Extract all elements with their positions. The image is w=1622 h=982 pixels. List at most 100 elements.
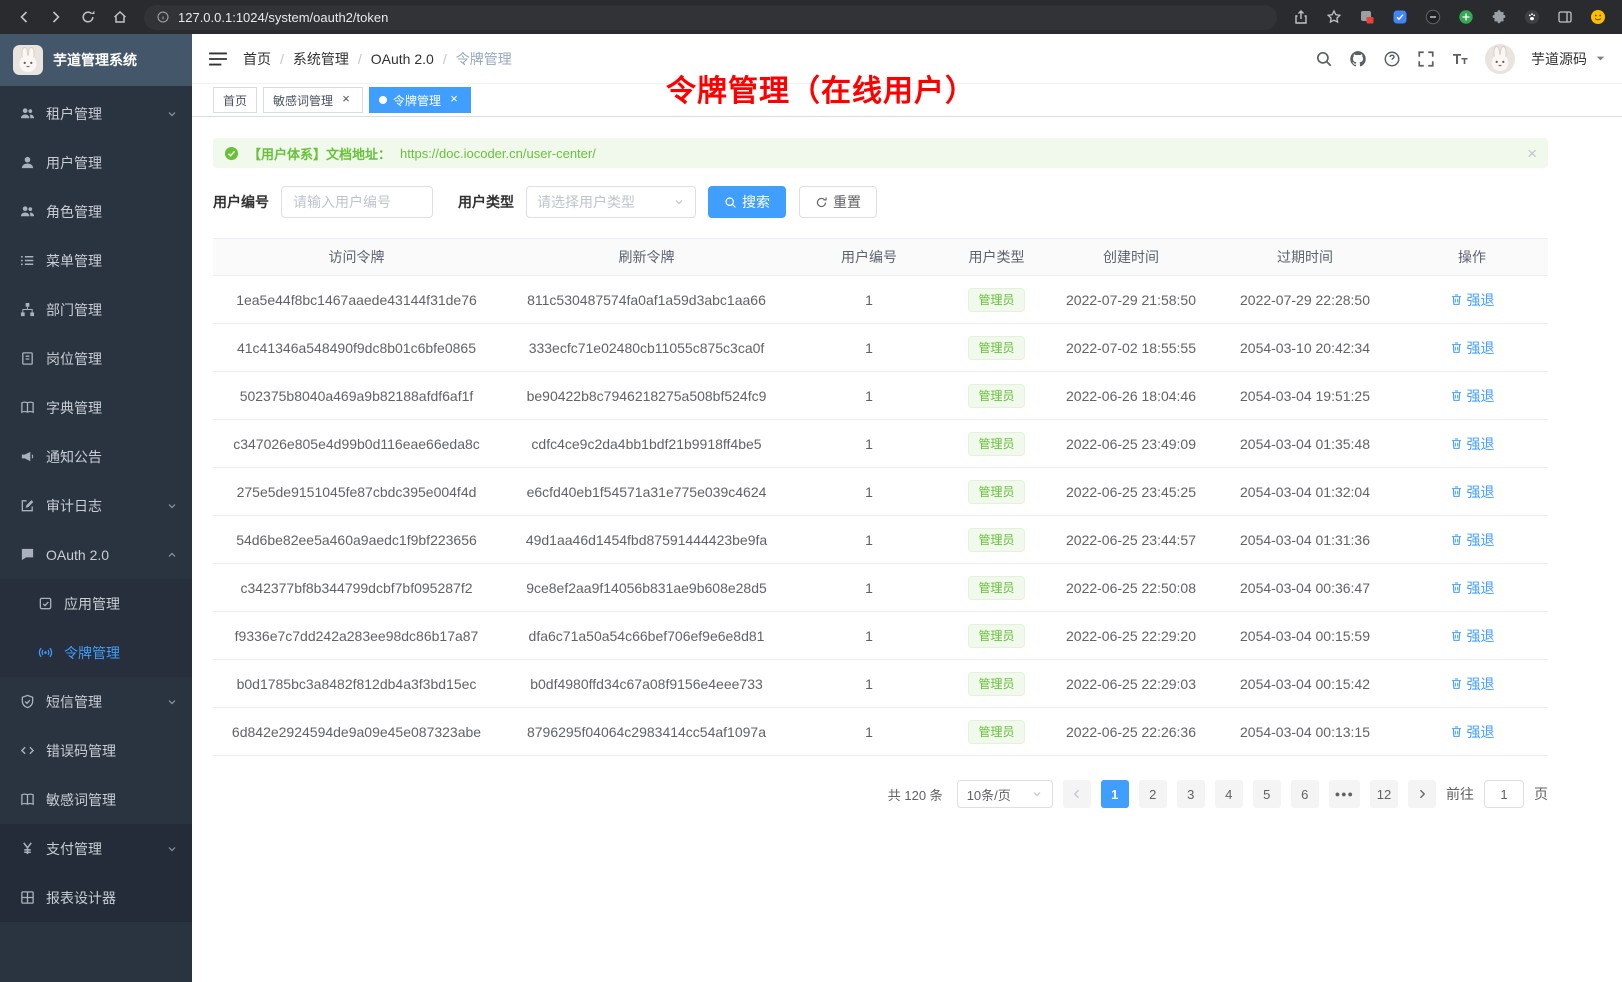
sidebar-item-dict[interactable]: 字典管理 — [0, 383, 192, 432]
refresh-token-cell: dfa6c71a50a54c66bef706ef9e6e8d81 — [500, 612, 793, 660]
caret-down-icon[interactable] — [1595, 53, 1606, 64]
user-type-badge: 管理员 — [968, 528, 1024, 552]
search-icon[interactable] — [1315, 50, 1333, 68]
fullscreen-icon[interactable] — [1417, 50, 1435, 68]
user-type-select[interactable]: 请选择用户类型 — [526, 186, 696, 218]
navbar-right: 芋道源码 — [1315, 44, 1606, 74]
tab-sensitive-word[interactable]: 敏感词管理× — [263, 87, 363, 113]
sidebar-item-oauth2-token[interactable]: 令牌管理 — [0, 628, 192, 677]
page-button-12[interactable]: 12 — [1370, 780, 1398, 808]
reload-icon[interactable] — [76, 5, 100, 29]
close-icon[interactable]: × — [447, 93, 461, 107]
site-info-icon[interactable] — [156, 10, 170, 24]
sidebar-item-user[interactable]: 用户管理 — [0, 138, 192, 187]
sidebar-item-sms[interactable]: 短信管理 — [0, 677, 192, 726]
username[interactable]: 芋道源码 — [1531, 49, 1587, 69]
back-icon[interactable] — [12, 5, 36, 29]
user-id-cell: 1 — [793, 612, 945, 660]
force-logout-button[interactable]: 强退 — [1450, 722, 1495, 742]
user-type-badge: 管理员 — [968, 336, 1024, 360]
sidebar-item-report-designer[interactable]: 报表设计器 — [0, 873, 192, 922]
more-pages-button[interactable]: ●●● — [1329, 780, 1360, 808]
user-id-cell: 1 — [793, 276, 945, 324]
sidebar-item-label: OAuth 2.0 — [46, 547, 109, 563]
goto-page-input[interactable] — [1484, 780, 1524, 808]
sidebar-item-tenant[interactable]: 租户管理 — [0, 89, 192, 138]
sidebar-item-oauth2[interactable]: OAuth 2.0 — [0, 530, 192, 579]
search-button[interactable]: 搜索 — [708, 186, 786, 218]
sidebar-item-sensitive-word[interactable]: 敏感词管理 — [0, 775, 192, 824]
force-logout-button[interactable]: 强退 — [1450, 338, 1495, 358]
refresh-token-cell: cdfc4ce9c2da4bb1bdf21b9918ff4be5 — [500, 420, 793, 468]
address-bar[interactable]: 127.0.0.1:1024/system/oauth2/token — [144, 5, 1277, 30]
ext-badge-icon[interactable] — [1355, 5, 1379, 29]
sidebar-item-oauth2-app[interactable]: 应用管理 — [0, 579, 192, 628]
question-icon[interactable] — [1383, 50, 1401, 68]
tab-token[interactable]: 令牌管理× — [369, 87, 471, 113]
page-size-select[interactable]: 10条/页 — [957, 780, 1053, 808]
access-token-cell: 41c41346a548490f9dc8b01c6bfe0865 — [213, 324, 500, 372]
force-logout-button[interactable]: 强退 — [1450, 386, 1495, 406]
force-logout-button[interactable]: 强退 — [1450, 530, 1495, 550]
avatar-smiley-icon[interactable] — [1586, 5, 1610, 29]
delete-icon — [1450, 725, 1463, 738]
expire-time-cell: 2054-03-10 20:42:34 — [1214, 324, 1396, 372]
close-icon[interactable]: × — [1527, 145, 1537, 162]
tab-home[interactable]: 首页 — [213, 87, 257, 113]
user-id-input[interactable] — [281, 186, 433, 218]
sidebar-item-audit-log[interactable]: 审计日志 — [0, 481, 192, 530]
page-button-1[interactable]: 1 — [1101, 780, 1129, 808]
force-logout-button[interactable]: 强退 — [1450, 290, 1495, 310]
force-logout-button[interactable]: 强退 — [1450, 434, 1495, 454]
font-size-icon[interactable] — [1451, 50, 1469, 68]
force-logout-button[interactable]: 强退 — [1450, 578, 1495, 598]
page-button-5[interactable]: 5 — [1253, 780, 1281, 808]
doc-link[interactable]: https://doc.iocoder.cn/user-center/ — [400, 146, 596, 161]
page-button-2[interactable]: 2 — [1139, 780, 1167, 808]
user-type-badge: 管理员 — [968, 288, 1024, 312]
ext-puzzle-icon[interactable] — [1487, 5, 1511, 29]
force-logout-button[interactable]: 强退 — [1450, 482, 1495, 502]
panel-icon[interactable] — [1553, 5, 1577, 29]
force-logout-button[interactable]: 强退 — [1450, 674, 1495, 694]
next-page-button[interactable] — [1408, 780, 1436, 808]
ext-dark-icon[interactable] — [1421, 5, 1445, 29]
ext-paw-icon[interactable] — [1520, 5, 1544, 29]
breadcrumb-item[interactable]: OAuth 2.0 — [371, 51, 434, 67]
url-text: 127.0.0.1:1024/system/oauth2/token — [178, 10, 388, 25]
close-icon[interactable]: × — [339, 93, 353, 107]
reset-button[interactable]: 重置 — [799, 186, 877, 218]
force-logout-button[interactable]: 强退 — [1450, 626, 1495, 646]
star-icon[interactable] — [1322, 5, 1346, 29]
alert-text: 【用户体系】文档地址： — [248, 144, 391, 163]
sidebar-item-post[interactable]: 岗位管理 — [0, 334, 192, 383]
column-header: 用户类型 — [945, 239, 1048, 276]
home-icon[interactable] — [108, 5, 132, 29]
breadcrumb-item[interactable]: 系统管理 — [293, 49, 349, 69]
user-avatar[interactable] — [1485, 44, 1515, 74]
page-button-6[interactable]: 6 — [1291, 780, 1319, 808]
expire-time-cell: 2054-03-04 00:36:47 — [1214, 564, 1396, 612]
page-button-3[interactable]: 3 — [1177, 780, 1205, 808]
created-time-cell: 2022-06-25 23:44:57 — [1048, 516, 1214, 564]
app-logo[interactable]: 芋道管理系统 — [0, 34, 192, 86]
forward-icon[interactable] — [44, 5, 68, 29]
sidebar-item-pay[interactable]: 支付管理 — [0, 824, 192, 873]
sidebar-item-notice[interactable]: 通知公告 — [0, 432, 192, 481]
refresh-token-cell: 49d1aa46d1454fbd87591444423be9fa — [500, 516, 793, 564]
sidebar-item-menu[interactable]: 菜单管理 — [0, 236, 192, 285]
sidebar-item-role[interactable]: 角色管理 — [0, 187, 192, 236]
sidebar-item-error-code[interactable]: 错误码管理 — [0, 726, 192, 775]
breadcrumb-item[interactable]: 首页 — [243, 49, 271, 69]
prev-page-button[interactable] — [1063, 780, 1091, 808]
page-button-4[interactable]: 4 — [1215, 780, 1243, 808]
github-icon[interactable] — [1349, 50, 1367, 68]
expire-time-cell: 2054-03-04 00:13:15 — [1214, 708, 1396, 756]
ext-green-icon[interactable] — [1454, 5, 1478, 29]
access-token-cell: f9336e7c7dd242a283ee98dc86b17a87 — [213, 612, 500, 660]
sidebar-item-dept[interactable]: 部门管理 — [0, 285, 192, 334]
share-icon[interactable] — [1289, 5, 1313, 29]
sidebar-toggle-icon[interactable] — [208, 50, 228, 68]
ext-blue-icon[interactable] — [1388, 5, 1412, 29]
created-time-cell: 2022-06-25 23:49:09 — [1048, 420, 1214, 468]
